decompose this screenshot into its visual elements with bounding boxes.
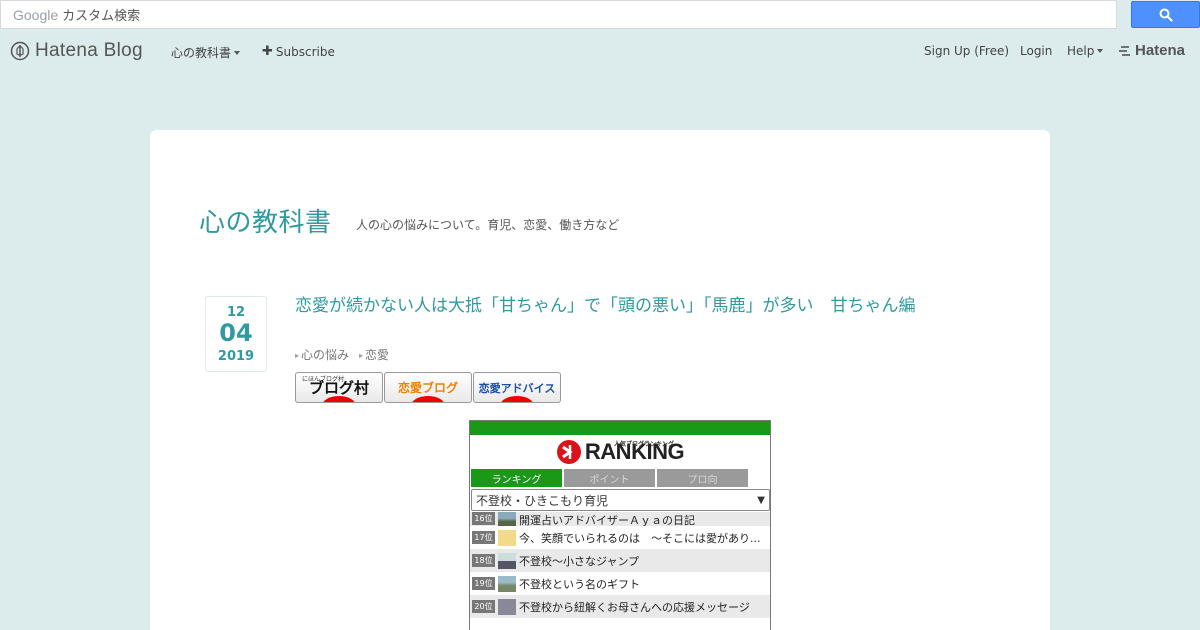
rank-title: 不登校〜小さなジャンプ — [519, 554, 640, 568]
category-link[interactable]: 心の悩み — [295, 346, 349, 363]
brand-name: Hatena Blog — [35, 40, 143, 61]
ranking-logo-icon — [556, 440, 581, 464]
login-label: Login — [1020, 44, 1053, 58]
entry-date[interactable]: 12 04 2019 — [205, 296, 267, 372]
blog-thumbnail — [498, 575, 516, 592]
chevron-down-icon — [234, 50, 241, 55]
blog-thumbnail — [498, 512, 516, 526]
ranking-widget: 人気ブログランキング RANKING ランキング ポイント プロ向 不登校・ひき… — [469, 420, 771, 630]
entry-title[interactable]: 恋愛が続かない人は大抵「甘ちゃん」で「頭の悪い」「馬鹿」が多い 甘ちゃん編 — [295, 294, 955, 318]
ranking-row[interactable]: 17位 今、笑顔でいられるのは 〜そこには愛があり... — [470, 526, 770, 549]
date-day: 04 — [219, 319, 253, 347]
ranking-banners: にほんブログ村 ブログ村 恋愛ブログ 恋愛アドバイス — [295, 372, 561, 403]
rank-title: 今、笑顔でいられるのは 〜そこには愛があり... — [519, 531, 761, 545]
rank-position: 17位 — [472, 531, 495, 544]
hatena-blog-icon — [10, 41, 30, 61]
tab-pro[interactable]: プロ向 — [657, 469, 748, 487]
banner-text: 恋愛アドバイス — [478, 381, 556, 395]
blog-thumbnail — [498, 552, 516, 569]
ranking-logo-sub: 人気ブログランキング — [614, 441, 674, 448]
ranking-list: 16位 開運占いアドバイザーＡｙａの日記 17位 今、笑顔でいられるのは 〜そこ… — [470, 512, 770, 618]
blog-menu-label: 心の教科書 — [171, 46, 232, 60]
rank-title: 不登校という名のギフト — [519, 577, 640, 591]
search-icon — [1159, 8, 1173, 22]
category-link[interactable]: 恋愛 — [359, 346, 389, 363]
ranking-top-bar — [470, 421, 770, 435]
date-month: 12 — [226, 305, 246, 320]
blog-thumbnail — [498, 598, 516, 615]
hatena-icon — [1119, 45, 1130, 56]
google-brand-label: Google — [13, 6, 59, 23]
dropdown-arrow-icon: ▼ — [757, 494, 765, 506]
love-blog-banner[interactable]: 恋愛ブログ — [384, 372, 472, 403]
help-dropdown[interactable]: Help — [1067, 44, 1104, 58]
hatena-label: Hatena — [1135, 42, 1186, 59]
love-advice-banner[interactable]: 恋愛アドバイス — [473, 372, 561, 403]
category-select[interactable]: 不登校・ひきこもり育児 ▼ — [471, 489, 770, 511]
search-input[interactable]: Google カスタム検索 — [0, 0, 1117, 29]
search-button[interactable] — [1131, 1, 1200, 28]
rank-title: 開運占いアドバイザーＡｙａの日記 — [519, 514, 695, 526]
banner-red-circle — [411, 396, 445, 402]
entry-categories: 心の悩み 恋愛 — [295, 346, 389, 363]
blogmura-banner[interactable]: にほんブログ村 ブログ村 — [295, 372, 383, 403]
tab-ranking[interactable]: ランキング — [471, 469, 562, 487]
ranking-row[interactable]: 19位 不登校という名のギフト — [470, 572, 770, 595]
banner-text: 恋愛ブログ — [397, 381, 458, 395]
chevron-down-icon — [1097, 49, 1104, 53]
signup-label: Sign Up (Free) — [924, 44, 1010, 58]
category-select-value: 不登校・ひきこもり育児 — [476, 493, 609, 508]
banner-text: ブログ村 — [308, 379, 369, 397]
signup-link[interactable]: Sign Up (Free) — [924, 44, 1009, 58]
banner-red-circle — [500, 396, 534, 402]
blog-menu-dropdown[interactable]: 心の教科書 — [171, 44, 241, 61]
subscribe-label: Subscribe — [275, 44, 335, 59]
help-label: Help — [1067, 44, 1095, 58]
date-year: 2019 — [217, 349, 255, 364]
search-placeholder: カスタム検索 — [62, 9, 141, 24]
rank-position: 18位 — [472, 554, 495, 567]
subscribe-button[interactable]: ✚ Subscribe — [262, 44, 335, 59]
rank-title: 不登校から紐解くお母さんへの応援メッセージ — [519, 600, 750, 614]
blog-thumbnail — [498, 529, 516, 546]
blog-description: 人の心の悩みについて。育児、恋愛、働き方など — [356, 218, 620, 232]
google-search-bar: Google カスタム検索 — [0, 0, 1200, 30]
hatena-logo[interactable]: Hatena — [1119, 42, 1185, 59]
tab-points[interactable]: ポイント — [564, 469, 655, 487]
ranking-row[interactable]: 20位 不登校から紐解くお母さんへの応援メッセージ — [470, 595, 770, 618]
rank-position: 16位 — [472, 512, 495, 525]
ranking-logo[interactable]: 人気ブログランキング RANKING — [470, 435, 770, 469]
plus-icon: ✚ — [262, 44, 273, 59]
rank-position: 20位 — [472, 600, 495, 613]
blog-title[interactable]: 心の教科書 — [199, 202, 332, 239]
ranking-row[interactable]: 18位 不登校〜小さなジャンプ — [470, 549, 770, 572]
ranking-tabs: ランキング ポイント プロ向 — [470, 469, 770, 487]
hatena-blog-logo[interactable]: Hatena Blog — [10, 40, 143, 62]
blog-container: 心の教科書 人の心の悩みについて。育児、恋愛、働き方など 12 04 2019 … — [150, 130, 1050, 630]
ranking-row[interactable]: 16位 開運占いアドバイザーＡｙａの日記 — [470, 512, 770, 526]
rank-position: 19位 — [472, 577, 495, 590]
global-header: Hatena Blog 心の教科書 ✚ Subscribe Sign Up (Fr… — [0, 30, 1200, 72]
login-link[interactable]: Login — [1020, 44, 1052, 58]
